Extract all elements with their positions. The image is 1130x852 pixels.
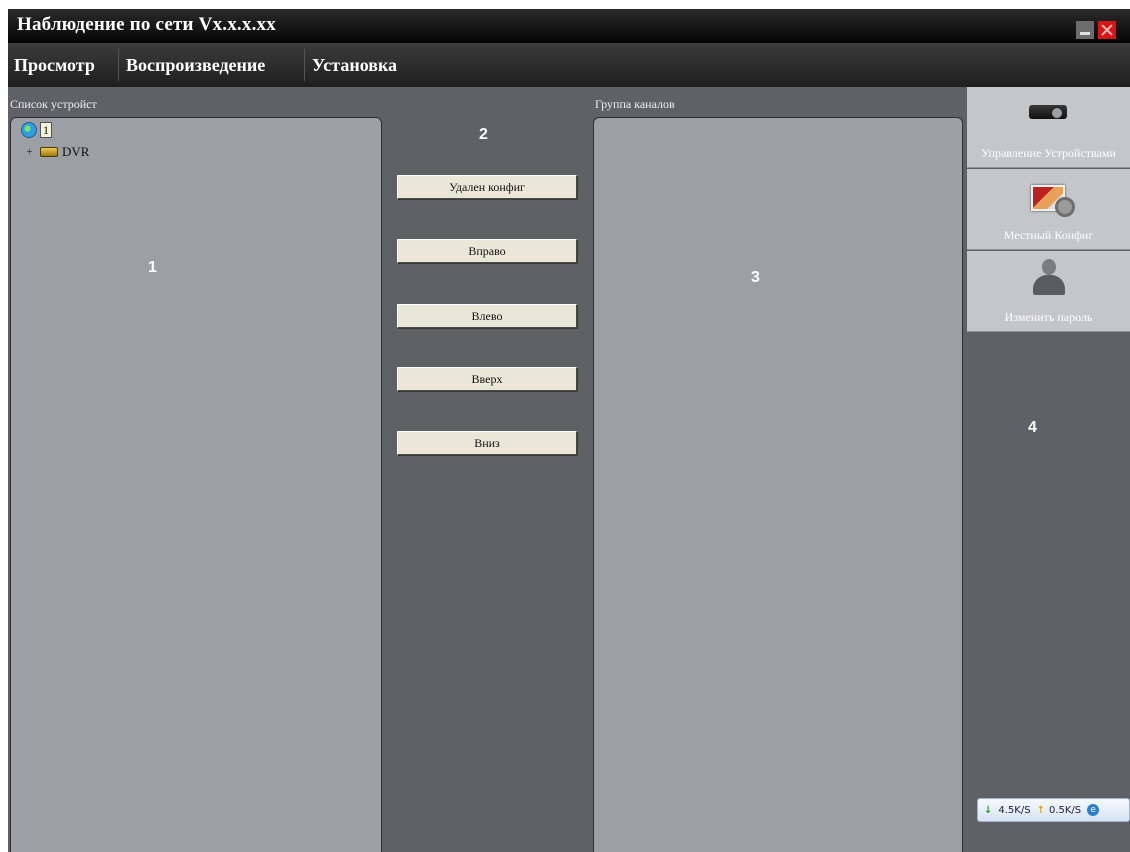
move-up-button[interactable]: Вверх xyxy=(397,367,577,391)
menu-playback[interactable]: Воспроизведение xyxy=(120,43,271,87)
download-rate: 4.5K/S xyxy=(998,804,1031,816)
window-title: Наблюдение по сети Vx.x.x.xx xyxy=(17,14,276,35)
sidebar-item-local-config[interactable]: Местный Конфиг xyxy=(967,169,1130,250)
move-right-button[interactable]: Вправо xyxy=(397,239,577,263)
tree-item-dvr[interactable]: + DVR xyxy=(25,144,89,160)
menu-setup[interactable]: Установка xyxy=(306,43,403,87)
projector-icon xyxy=(1029,105,1067,119)
tree-root-label[interactable]: 1 xyxy=(40,122,52,138)
close-button[interactable] xyxy=(1098,21,1116,39)
expand-icon[interactable]: + xyxy=(25,146,34,158)
device-list-label: Список устройст xyxy=(10,97,97,111)
move-down-button[interactable]: Вниз xyxy=(397,431,577,455)
upload-rate: 0.5K/S xyxy=(1048,804,1082,816)
channel-group-panel[interactable] xyxy=(593,117,963,852)
annotation-2: 2 xyxy=(479,126,488,143)
annotation-4: 4 xyxy=(1028,419,1037,436)
globe-icon xyxy=(21,122,37,138)
tree-item-label[interactable]: DVR xyxy=(62,144,89,160)
annotation-3: 3 xyxy=(751,269,760,286)
minimize-button[interactable] xyxy=(1076,21,1094,39)
config-icon xyxy=(1031,185,1075,217)
menu-separator xyxy=(304,49,305,81)
menu-view[interactable]: Просмотр xyxy=(8,43,101,87)
dvr-icon xyxy=(40,147,58,157)
browser-icon[interactable]: e xyxy=(1087,804,1100,816)
sidebar-item-device-management[interactable]: Управление Устройствами xyxy=(967,87,1130,168)
remote-config-button[interactable]: Удален конфиг xyxy=(397,175,577,199)
menu-separator xyxy=(118,49,119,81)
sidebar-item-label: Местный Конфиг xyxy=(1003,228,1094,242)
app-window: Наблюдение по сети Vx.x.x.xx Просмотр Во… xyxy=(8,9,1130,852)
sidebar-item-label: Изменить пароль xyxy=(1004,310,1093,324)
upload-arrow-icon: ↑ xyxy=(1036,804,1045,816)
title-bar: Наблюдение по сети Vx.x.x.xx xyxy=(8,9,1130,43)
sidebar-item-label: Управление Устройствами xyxy=(981,146,1116,160)
download-arrow-icon: ↓ xyxy=(984,804,993,816)
annotation-1: 1 xyxy=(148,259,157,276)
user-icon xyxy=(1033,259,1065,295)
move-left-button[interactable]: Влево xyxy=(397,304,577,328)
device-list-panel[interactable]: 1 + DVR xyxy=(10,117,382,852)
sidebar-item-change-password[interactable]: Изменить пароль xyxy=(967,251,1130,332)
menu-bar: Просмотр Воспроизведение Установка xyxy=(8,43,1130,87)
channel-group-label: Группа каналов xyxy=(595,97,675,111)
network-status: ↓ 4.5K/S ↑ 0.5K/S e xyxy=(977,798,1130,822)
tree-root[interactable]: 1 xyxy=(21,122,52,138)
